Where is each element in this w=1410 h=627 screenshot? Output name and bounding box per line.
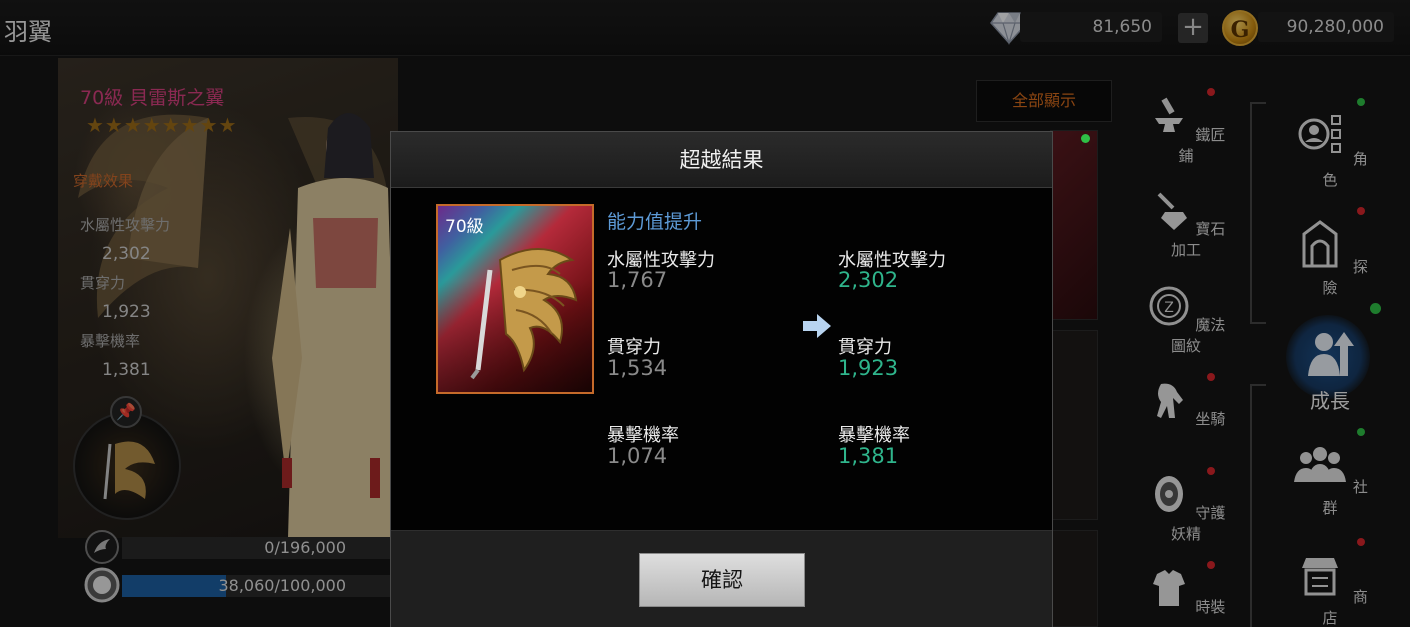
- transcend-result-dialog: 超越結果 70級 能力值提升 水屬性攻擊力 1,767 水屬性攻擊力 2,302…: [390, 131, 1053, 627]
- ability-increase-title: 能力值提升: [607, 211, 703, 233]
- wing-item-icon: [470, 248, 578, 380]
- arrow-right-icon: [803, 314, 831, 338]
- confirm-button[interactable]: 確認: [639, 553, 805, 607]
- stat-new-value: 2,302: [838, 268, 899, 292]
- item-card: 70級: [436, 204, 594, 394]
- stat-old-value: 1,074: [607, 444, 668, 468]
- dialog-title: 超越結果: [391, 132, 1052, 188]
- notification-dot: [1081, 134, 1090, 143]
- stat-new-value: 1,923: [838, 356, 899, 380]
- stat-old-value: 1,534: [607, 356, 668, 380]
- dialog-footer: 確認: [391, 530, 1052, 627]
- stat-old-value: 1,767: [607, 268, 668, 292]
- stat-new-value: 1,381: [838, 444, 899, 468]
